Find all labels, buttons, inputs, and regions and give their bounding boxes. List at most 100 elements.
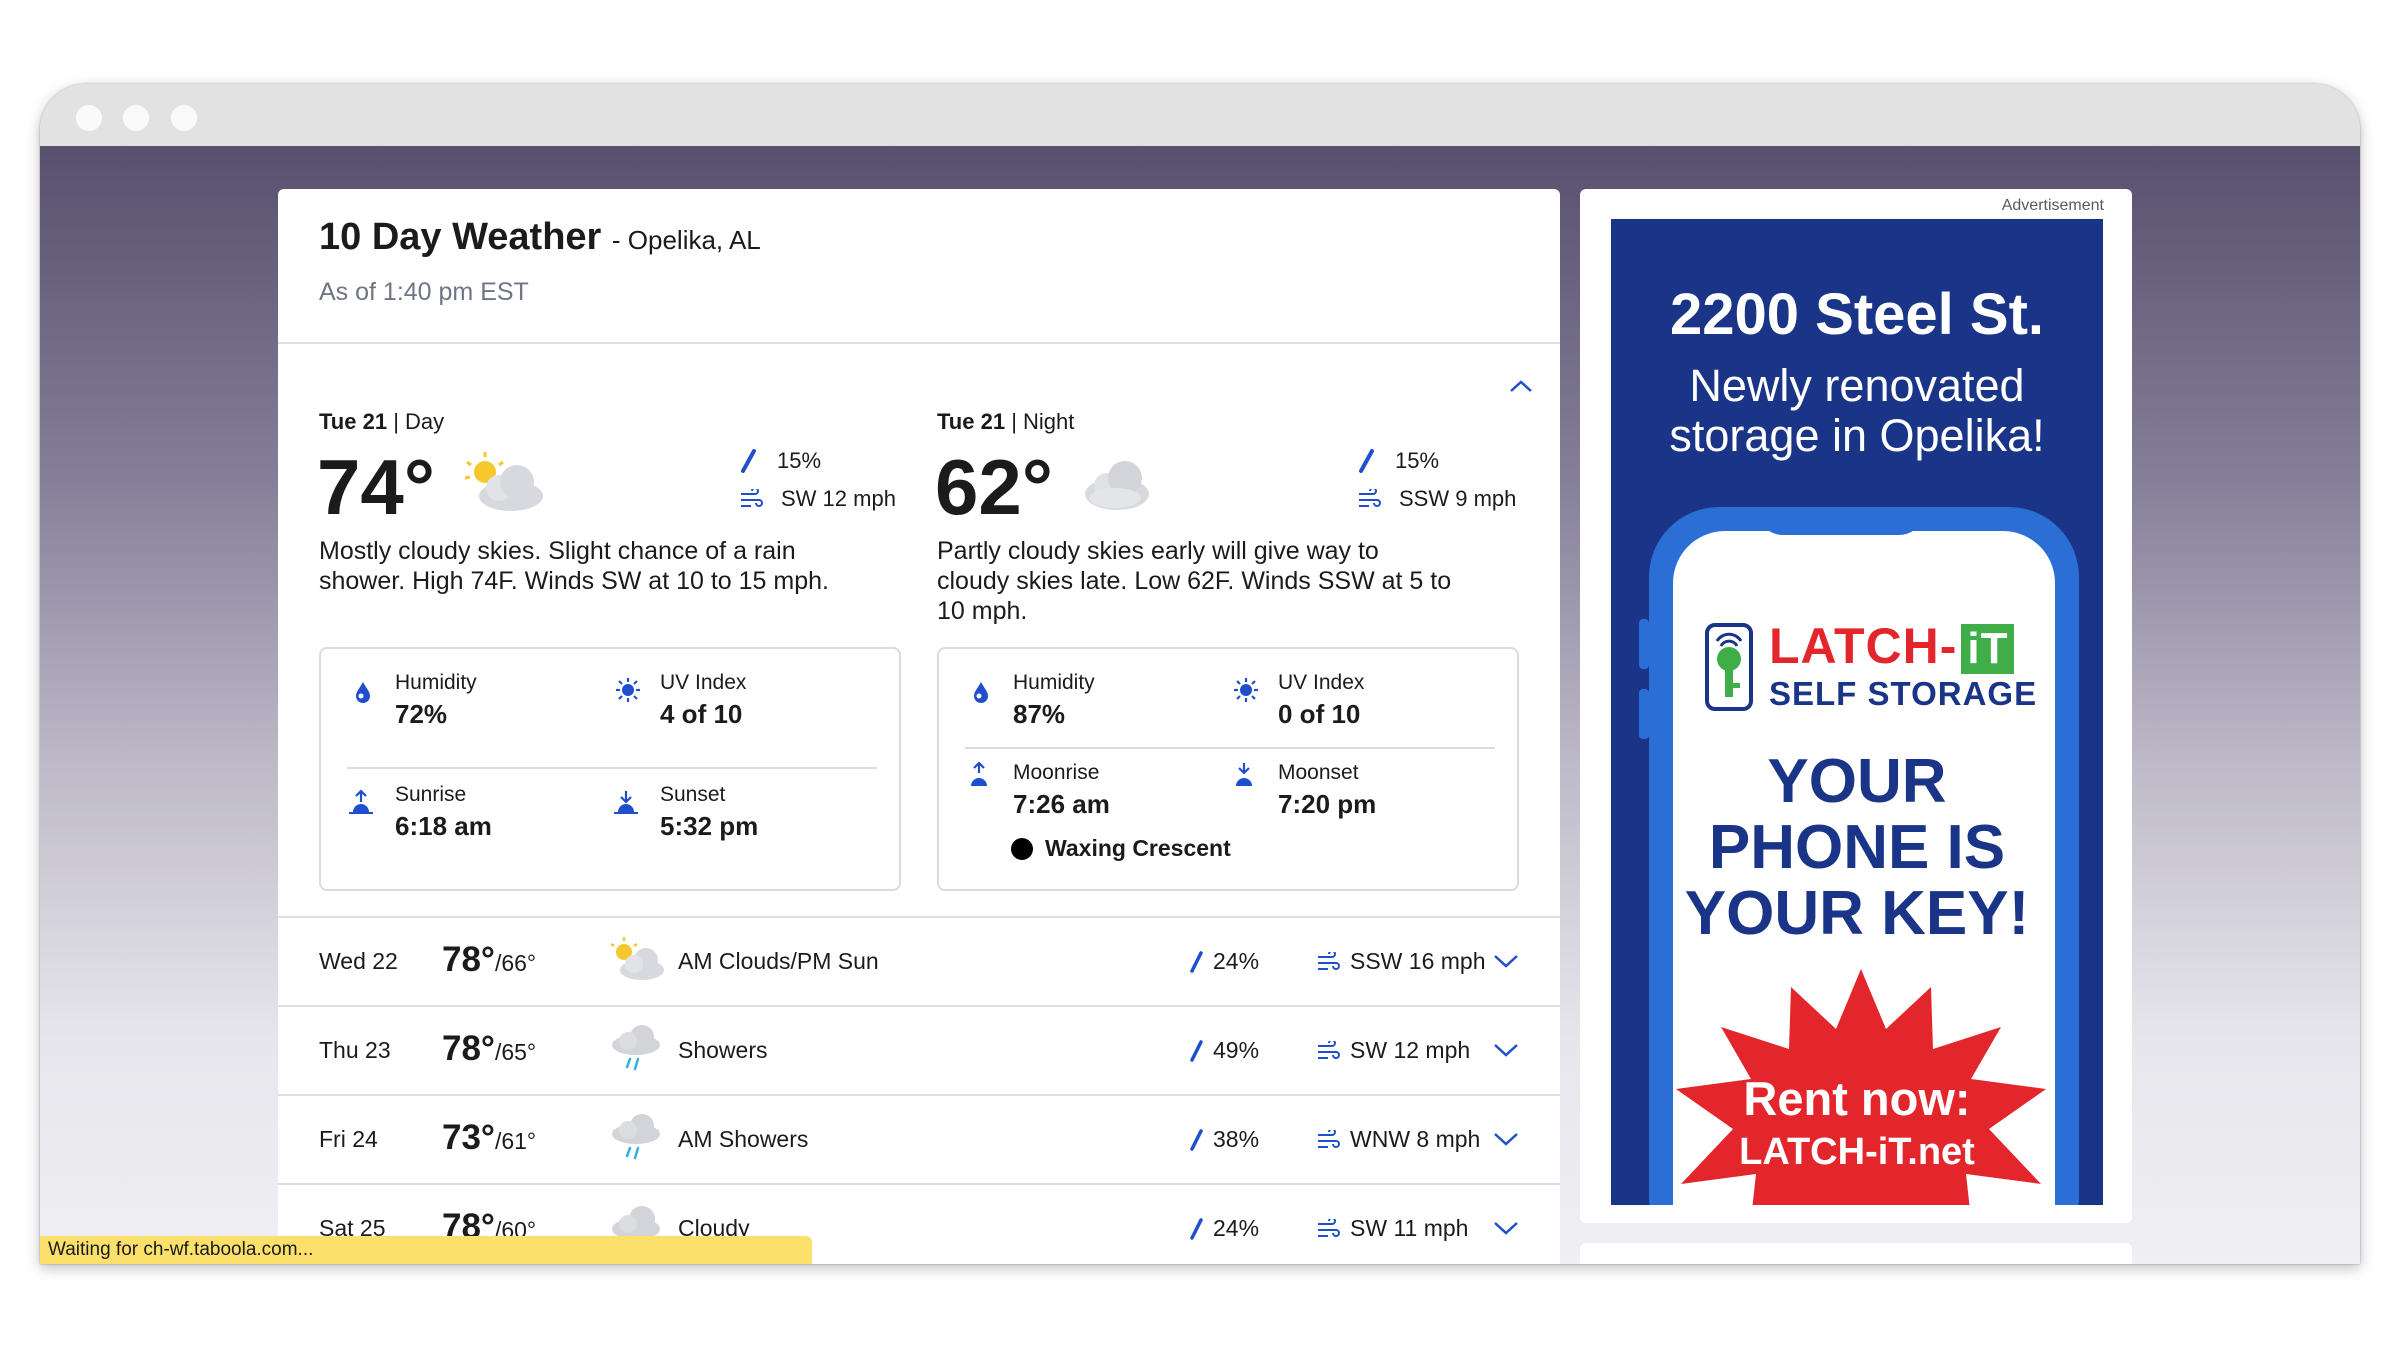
window-minimize-button[interactable] <box>123 105 149 131</box>
brand-logo-text: LATCH-iT <box>1769 617 2015 675</box>
humidity-icon <box>974 682 988 703</box>
window-close-button[interactable] <box>76 105 102 131</box>
forecast-low: /65° <box>494 1039 537 1065</box>
precip-drop-icon <box>1190 1128 1203 1151</box>
sunrise-value: 6:18 am <box>395 811 492 841</box>
wind-icon <box>1318 951 1340 970</box>
forecast-precip: 24% <box>1189 1215 1259 1242</box>
phone-notch <box>1757 507 1925 535</box>
uv-index-cell: UV Index 4 of 10 <box>660 671 746 730</box>
night-wind: SSW 9 mph <box>1357 486 1516 512</box>
day-temperature: 74° <box>317 443 435 531</box>
forecast-high: 78° <box>442 940 495 979</box>
moonset-label: Moonset <box>1278 761 1359 784</box>
forecast-temps: 78°/66° <box>442 940 536 980</box>
partly-cloudy-icon <box>610 937 664 980</box>
forecast-row[interactable]: Fri 24 73°/61° AM Showers 38% WNW 8 mph <box>278 1094 1560 1183</box>
moonrise-value: 7:26 am <box>1013 789 1110 819</box>
brand-name: LATCH- <box>1769 618 1958 674</box>
showers-icon <box>612 1025 660 1071</box>
forecast-row[interactable]: Wed 22 78°/66° AM Clouds/PM Sun 24% SSW … <box>278 916 1560 1005</box>
forecast-date: Thu 23 <box>319 1037 391 1063</box>
expand-chevron-down-icon[interactable] <box>1491 1035 1521 1065</box>
title-text: 10 Day Weather <box>319 216 602 258</box>
advertisement-card: Advertisement 2200 Steel St. Newly renov… <box>1580 189 2132 1223</box>
ten-day-weather-panel: 10 Day Weather - Opelika, AL As of 1:40 … <box>278 189 1560 1264</box>
night-temperature: 62° <box>935 443 1053 531</box>
precip-drop-icon <box>1190 950 1203 973</box>
sunset-value: 5:32 pm <box>660 811 759 841</box>
window-zoom-button[interactable] <box>171 105 197 131</box>
moon-phase: Waxing Crescent <box>1011 835 1231 862</box>
wind-icon <box>1318 1040 1340 1059</box>
humidity-label: Humidity <box>1013 671 1095 694</box>
forecast-high: 78° <box>442 1029 495 1068</box>
forecast-wind: SW 11 mph <box>1316 1215 1468 1242</box>
uv-index-icon <box>616 678 640 702</box>
uv-index-cell: UV Index 0 of 10 <box>1278 671 1364 730</box>
expand-chevron-down-icon[interactable] <box>1491 946 1521 976</box>
brand-subtitle: SELF STORAGE <box>1769 675 2038 712</box>
key-logo-icon <box>1705 623 1753 711</box>
forecast-wind: SSW 16 mph <box>1316 948 1486 975</box>
precip-drop-icon <box>1359 449 1374 473</box>
humidity-icon <box>356 682 370 703</box>
night-wind-value: SSW 9 mph <box>1399 486 1517 511</box>
moon-phase-icon <box>1011 837 1033 860</box>
day-details-card: Humidity 72% UV Index 4 of 10 Sunrise 6:18 … <box>319 647 901 891</box>
browser-status-bar: Waiting for ch-wf.taboola.com... <box>40 1236 812 1264</box>
ad-burst-line-1: Rent now: <box>1743 1072 1971 1125</box>
expand-chevron-down-icon[interactable] <box>1491 1124 1521 1154</box>
precip-drop-icon <box>741 449 756 473</box>
details-divider <box>347 767 877 769</box>
forecast-condition: Showers <box>678 1037 768 1063</box>
sunset-cell: Sunset 5:32 pm <box>660 783 758 842</box>
forecast-precip: 49% <box>1189 1037 1259 1064</box>
humidity-cell: Humidity 87% <box>1013 671 1095 730</box>
as-of-timestamp: As of 1:40 pm EST <box>319 278 529 306</box>
sunset-icon <box>614 791 638 814</box>
ad-subhead-line-2: storage in Opelika! <box>1669 410 2045 461</box>
day-period-label: Tue 21 | Day <box>319 409 444 435</box>
forecast-temps: 73°/61° <box>442 1118 536 1158</box>
page-viewport: 10 Day Weather - Opelika, AL As of 1:40 … <box>40 146 2360 1264</box>
sunset-label: Sunset <box>660 783 726 806</box>
wind-icon <box>1318 1218 1340 1237</box>
phone-side-button <box>1639 689 1649 739</box>
location-label: - Opelika, AL <box>611 225 761 255</box>
moon-phase-label: Waxing Crescent <box>1045 835 1231 861</box>
uv-index-value: 4 of 10 <box>660 699 743 729</box>
day-date: Tue 21 <box>319 409 388 434</box>
ad-burst-line-2: LATCH-iT.net <box>1739 1131 1975 1173</box>
forecast-low: /61° <box>494 1128 537 1154</box>
forecast-low: /66° <box>494 950 537 976</box>
ad-cta-text: YOUR PHONE IS YOUR KEY! <box>1611 749 2103 947</box>
precip-drop-icon <box>1190 1217 1203 1240</box>
phone-side-button <box>1639 619 1649 669</box>
day-precip: 15% <box>739 448 821 474</box>
day-precip-value: 15% <box>777 448 822 473</box>
forecast-date: Fri 24 <box>319 1126 378 1152</box>
forecast-wind-value: WNW 8 mph <box>1350 1126 1481 1152</box>
forecast-row[interactable]: Thu 23 78°/65° Showers 49% SW 12 mph <box>278 1005 1560 1094</box>
wind-icon <box>741 489 763 507</box>
page-title: 10 Day Weather - Opelika, AL <box>319 216 761 259</box>
uv-index-label: UV Index <box>1278 671 1365 694</box>
day-period: | Day <box>393 409 445 434</box>
forecast-condition: AM Showers <box>678 1126 809 1152</box>
browser-window: 10 Day Weather - Opelika, AL As of 1:40 … <box>40 84 2360 1264</box>
forecast-wind-value: SW 11 mph <box>1350 1215 1469 1241</box>
expand-chevron-down-icon[interactable] <box>1491 1213 1521 1243</box>
moonset-value: 7:20 pm <box>1278 789 1377 819</box>
forecast-precip-value: 38% <box>1213 1126 1260 1152</box>
night-precip: 15% <box>1357 448 1439 474</box>
uv-index-label: UV Index <box>660 671 747 694</box>
divider <box>278 342 1560 344</box>
sunrise-icon <box>349 789 373 814</box>
forecast-precip: 24% <box>1189 948 1259 975</box>
ad-subhead-line-1: Newly renovated <box>1689 360 2025 411</box>
storage-ad-banner[interactable]: 2200 Steel St. Newly renovated storage in… <box>1611 219 2103 1205</box>
night-description: Partly cloudy skies early will give way … <box>937 537 1452 625</box>
collapse-chevron-up-icon[interactable] <box>1506 371 1536 401</box>
details-divider <box>965 747 1495 749</box>
